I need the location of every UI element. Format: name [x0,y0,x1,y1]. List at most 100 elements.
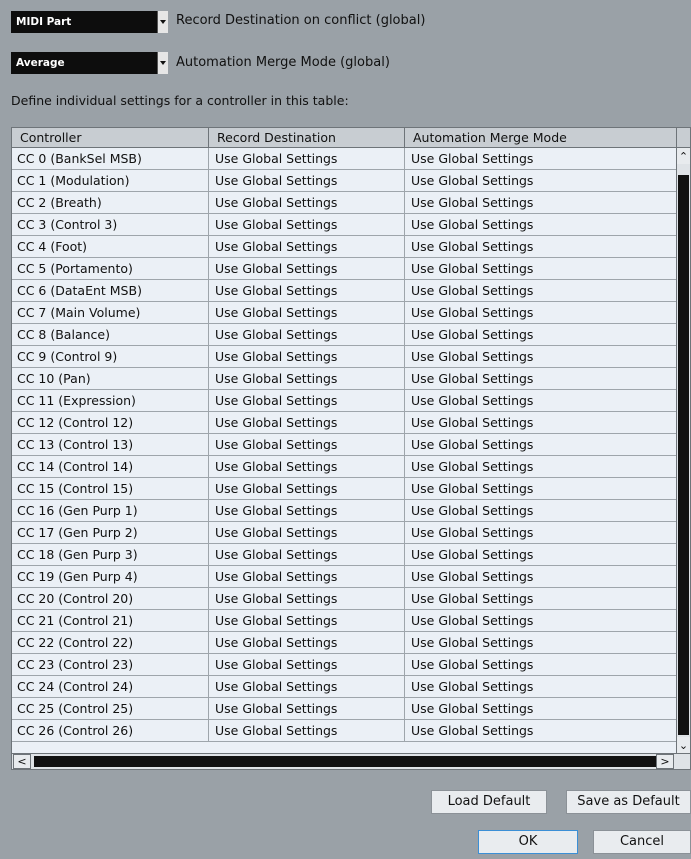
column-header-record-destination[interactable]: Record Destination [209,128,405,147]
automation-merge-mode-cell[interactable]: Use Global Settings [405,346,677,367]
record-destination-cell[interactable]: Use Global Settings [209,368,405,389]
table-row[interactable]: CC 4 (Foot) Use Global Settings Use Global… [12,236,677,258]
table-row[interactable]: CC 3 (Control 3) Use Global Settings Use G… [12,214,677,236]
table-row[interactable]: CC 16 (Gen Purp 1) Use Global Settings Use… [12,500,677,522]
automation-merge-mode-cell[interactable]: Use Global Settings [405,720,677,741]
record-destination-cell[interactable]: Use Global Settings [209,324,405,345]
automation-merge-mode-cell[interactable]: Use Global Settings [405,434,677,455]
vertical-scrollbar[interactable]: ⌃ ⌄ [676,148,690,753]
automation-merge-mode-cell[interactable]: Use Global Settings [405,500,677,521]
record-destination-cell[interactable]: Use Global Settings [209,214,405,235]
save-as-default-button[interactable]: Save as Default [566,790,691,814]
automation-merge-mode-cell[interactable]: Use Global Settings [405,214,677,235]
scroll-down-button[interactable]: ⌄ [677,737,690,753]
column-header-controller[interactable]: Controller [12,128,209,147]
record-destination-cell[interactable]: Use Global Settings [209,434,405,455]
automation-merge-mode-cell[interactable]: Use Global Settings [405,566,677,587]
automation-merge-mode-cell[interactable]: Use Global Settings [405,676,677,697]
table-row[interactable]: CC 6 (DataEnt MSB) Use Global Settings Use… [12,280,677,302]
load-default-button[interactable]: Load Default [431,790,547,814]
cancel-button[interactable]: Cancel [593,830,691,854]
record-destination-cell[interactable]: Use Global Settings [209,654,405,675]
record-destination-cell[interactable]: Use Global Settings [209,544,405,565]
table-row[interactable]: CC 22 (Control 22) Use Global Settings Use… [12,632,677,654]
column-header-automation-merge-mode[interactable]: Automation Merge Mode [405,128,677,147]
record-destination-cell[interactable]: Use Global Settings [209,456,405,477]
record-destination-cell[interactable]: Use Global Settings [209,522,405,543]
automation-merge-mode-cell[interactable]: Use Global Settings [405,456,677,477]
automation-merge-mode-cell[interactable]: Use Global Settings [405,390,677,411]
record-destination-cell[interactable]: Use Global Settings [209,280,405,301]
table-row[interactable]: CC 5 (Portamento) Use Global Settings Use … [12,258,677,280]
automation-merge-mode-cell[interactable]: Use Global Settings [405,170,677,191]
table-row[interactable]: CC 8 (Balance) Use Global Settings Use Glo… [12,324,677,346]
table-row[interactable]: CC 12 (Control 12) Use Global Settings Use… [12,412,677,434]
automation-merge-mode-cell[interactable]: Use Global Settings [405,258,677,279]
automation-merge-mode-cell[interactable]: Use Global Settings [405,544,677,565]
automation-merge-mode-cell[interactable]: Use Global Settings [405,698,677,719]
record-destination-cell[interactable]: Use Global Settings [209,390,405,411]
chevron-down-icon[interactable] [157,52,168,74]
record-destination-cell[interactable]: Use Global Settings [209,720,405,741]
table-row[interactable]: CC 17 (Gen Purp 2) Use Global Settings Use… [12,522,677,544]
record-destination-cell[interactable]: Use Global Settings [209,588,405,609]
automation-merge-mode-cell[interactable]: Use Global Settings [405,302,677,323]
automation-merge-mode-cell[interactable]: Use Global Settings [405,632,677,653]
horizontal-scroll-thumb[interactable] [34,756,659,767]
record-destination-cell[interactable]: Use Global Settings [209,192,405,213]
table-row[interactable]: CC 9 (Control 9) Use Global Settings Use G… [12,346,677,368]
record-destination-cell[interactable]: Use Global Settings [209,500,405,521]
table-row[interactable]: CC 1 (Modulation) Use Global Settings Use … [12,170,677,192]
record-destination-cell[interactable]: Use Global Settings [209,632,405,653]
automation-merge-mode-cell[interactable]: Use Global Settings [405,412,677,433]
table-row[interactable]: CC 21 (Control 21) Use Global Settings Use… [12,610,677,632]
ok-button[interactable]: OK [478,830,578,854]
vertical-scroll-thumb[interactable] [678,175,689,735]
table-row[interactable]: CC 13 (Control 13) Use Global Settings Use… [12,434,677,456]
record-destination-dropdown[interactable]: MIDI Part [11,11,168,33]
automation-merge-mode-cell[interactable]: Use Global Settings [405,324,677,345]
automation-merge-mode-cell[interactable]: Use Global Settings [405,478,677,499]
record-destination-cell[interactable]: Use Global Settings [209,346,405,367]
table-row[interactable]: CC 20 (Control 20) Use Global Settings Use… [12,588,677,610]
automation-merge-mode-cell[interactable]: Use Global Settings [405,610,677,631]
horizontal-scrollbar[interactable]: < > [12,753,690,769]
automation-merge-mode-cell[interactable]: Use Global Settings [405,148,677,169]
record-destination-cell[interactable]: Use Global Settings [209,610,405,631]
automation-merge-mode-cell[interactable]: Use Global Settings [405,236,677,257]
scroll-right-button[interactable]: > [656,754,674,769]
record-destination-cell[interactable]: Use Global Settings [209,258,405,279]
automation-merge-mode-cell[interactable]: Use Global Settings [405,654,677,675]
table-row[interactable]: CC 2 (Breath) Use Global Settings Use Glob… [12,192,677,214]
table-row[interactable]: CC 0 (BankSel MSB) Use Global Settings Use… [12,148,677,170]
automation-merge-mode-cell[interactable]: Use Global Settings [405,192,677,213]
table-row[interactable]: CC 10 (Pan) Use Global Settings Use Global… [12,368,677,390]
record-destination-cell[interactable]: Use Global Settings [209,170,405,191]
automation-merge-mode-cell[interactable]: Use Global Settings [405,522,677,543]
table-row[interactable]: CC 19 (Gen Purp 4) Use Global Settings Use… [12,566,677,588]
table-row[interactable]: CC 15 (Control 15) Use Global Settings Use… [12,478,677,500]
scroll-up-button[interactable]: ⌃ [677,148,690,164]
table-row[interactable]: CC 14 (Control 14) Use Global Settings Use… [12,456,677,478]
scroll-left-button[interactable]: < [13,754,31,769]
table-row[interactable]: CC 18 (Gen Purp 3) Use Global Settings Use… [12,544,677,566]
chevron-down-icon[interactable] [157,11,168,33]
automation-merge-mode-cell[interactable]: Use Global Settings [405,588,677,609]
table-row[interactable]: CC 25 (Control 25) Use Global Settings Use… [12,698,677,720]
table-row[interactable]: CC 24 (Control 24) Use Global Settings Use… [12,676,677,698]
record-destination-cell[interactable]: Use Global Settings [209,236,405,257]
automation-merge-mode-cell[interactable]: Use Global Settings [405,280,677,301]
record-destination-cell[interactable]: Use Global Settings [209,478,405,499]
table-row[interactable]: CC 7 (Main Volume) Use Global Settings Use… [12,302,677,324]
record-destination-cell[interactable]: Use Global Settings [209,412,405,433]
table-row[interactable]: CC 11 (Expression) Use Global Settings Use… [12,390,677,412]
record-destination-cell[interactable]: Use Global Settings [209,148,405,169]
record-destination-cell[interactable]: Use Global Settings [209,676,405,697]
table-row[interactable]: CC 23 (Control 23) Use Global Settings Use… [12,654,677,676]
record-destination-cell[interactable]: Use Global Settings [209,566,405,587]
automation-merge-mode-cell[interactable]: Use Global Settings [405,368,677,389]
record-destination-cell[interactable]: Use Global Settings [209,698,405,719]
automation-merge-mode-dropdown[interactable]: Average [11,52,168,74]
table-row[interactable]: CC 26 (Control 26) Use Global Settings Use… [12,720,677,742]
record-destination-cell[interactable]: Use Global Settings [209,302,405,323]
